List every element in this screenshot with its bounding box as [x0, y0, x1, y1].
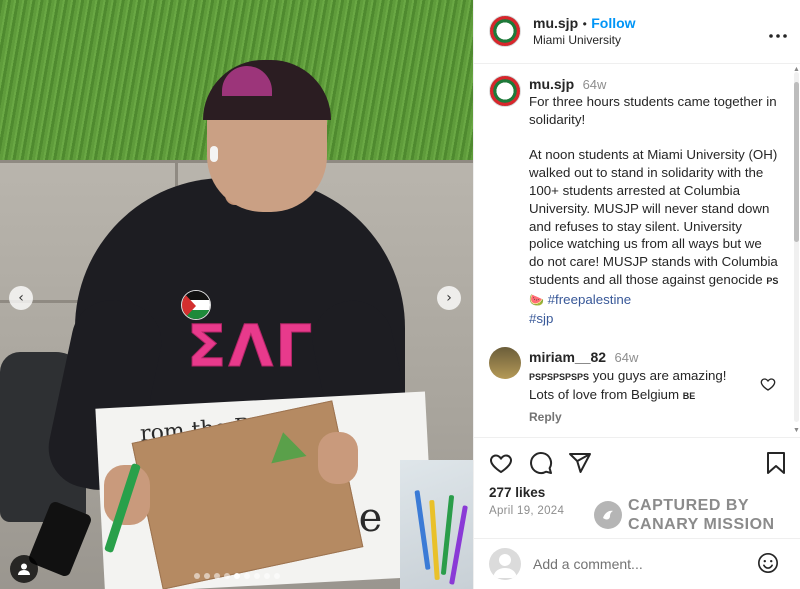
carousel-next-button[interactable]: › — [437, 286, 461, 310]
tagged-users-button[interactable] — [10, 555, 38, 583]
carousel-dot — [193, 573, 200, 579]
hashtag-sjp[interactable]: #sjp — [529, 311, 553, 326]
caption-body: For three hours students came together i… — [529, 94, 778, 287]
current-user-avatar[interactable] — [489, 548, 521, 580]
scroll-down-icon[interactable]: ▼ — [793, 427, 800, 434]
post-photo[interactable]: ΣΛΓ rom the R ee ‹ › — [0, 0, 473, 589]
save-icon[interactable] — [765, 451, 787, 475]
belgium-flag-icon: BE — [682, 391, 696, 401]
share-icon[interactable] — [568, 451, 592, 475]
caption-text: For three hours students came together i… — [529, 93, 779, 327]
header-separator: • — [582, 17, 587, 31]
scroll-thumb[interactable] — [794, 82, 799, 242]
carousel-dot — [243, 573, 250, 579]
palestine-flag-icon: PS — [766, 275, 779, 286]
likes-count[interactable]: 277 likes — [489, 485, 545, 500]
carousel-indicator — [0, 573, 473, 579]
post-header: mu.sjp • Follow Miami University — [474, 0, 800, 64]
follow-button[interactable]: Follow — [591, 15, 635, 31]
author-avatar[interactable] — [489, 15, 521, 47]
carousel-dot — [233, 573, 240, 579]
caption-username[interactable]: mu.sjp — [529, 76, 574, 92]
comment-like-icon[interactable] — [760, 376, 776, 392]
more-options-icon[interactable] — [769, 22, 787, 43]
hashtag-freepalestine[interactable]: #freepalestine — [548, 292, 632, 307]
canary-logo-icon — [594, 501, 622, 529]
caption-avatar[interactable] — [489, 75, 521, 107]
carousel-dot — [213, 573, 220, 579]
comment-time[interactable]: 64w — [615, 350, 639, 365]
post-date[interactable]: April 19, 2024 — [489, 505, 564, 517]
watermark-line-2: CANARY MISSION — [628, 516, 775, 533]
commenter-username[interactable]: miriam__82 — [529, 349, 606, 365]
person-icon — [18, 563, 30, 575]
carousel-dot — [263, 573, 270, 579]
comments-scrollbar[interactable] — [794, 72, 799, 422]
add-comment-input[interactable] — [533, 554, 748, 574]
carousel-dot — [253, 573, 260, 579]
like-icon[interactable] — [489, 451, 513, 475]
reply-button[interactable]: Reply — [529, 410, 562, 424]
watermark-line-1: CAPTURED BY — [628, 497, 750, 514]
comment-line-1: you guys are amazing! — [589, 368, 727, 383]
flag-icons: PSPSPSPSPS — [529, 372, 590, 382]
carousel-dot — [223, 573, 230, 579]
carousel-prev-button[interactable]: ‹ — [9, 286, 33, 310]
default-avatar-icon — [493, 554, 517, 578]
person-hand-right — [318, 432, 358, 484]
carousel-dot — [203, 573, 210, 579]
emoji-icon[interactable] — [757, 552, 779, 574]
author-username[interactable]: mu.sjp — [533, 15, 578, 31]
watermelon-emoji: 🍉 — [529, 292, 544, 307]
sweatshirt-letters: ΣΛΓ — [186, 312, 315, 381]
canary-mission-watermark: CAPTURED BY CANARY MISSION — [594, 495, 794, 535]
comment-line-2: Lots of love from Belgium — [529, 387, 683, 402]
comment-text: PSPSPSPSPS you guys are amazing! Lots of… — [529, 367, 754, 405]
palestine-flag-pin — [181, 290, 211, 320]
caption-time[interactable]: 64w — [583, 77, 607, 92]
post-location[interactable]: Miami University — [533, 33, 621, 47]
carousel-dot — [273, 573, 280, 579]
earbud — [210, 146, 218, 162]
comment-icon[interactable] — [529, 451, 553, 475]
commenter-avatar[interactable] — [489, 347, 521, 379]
